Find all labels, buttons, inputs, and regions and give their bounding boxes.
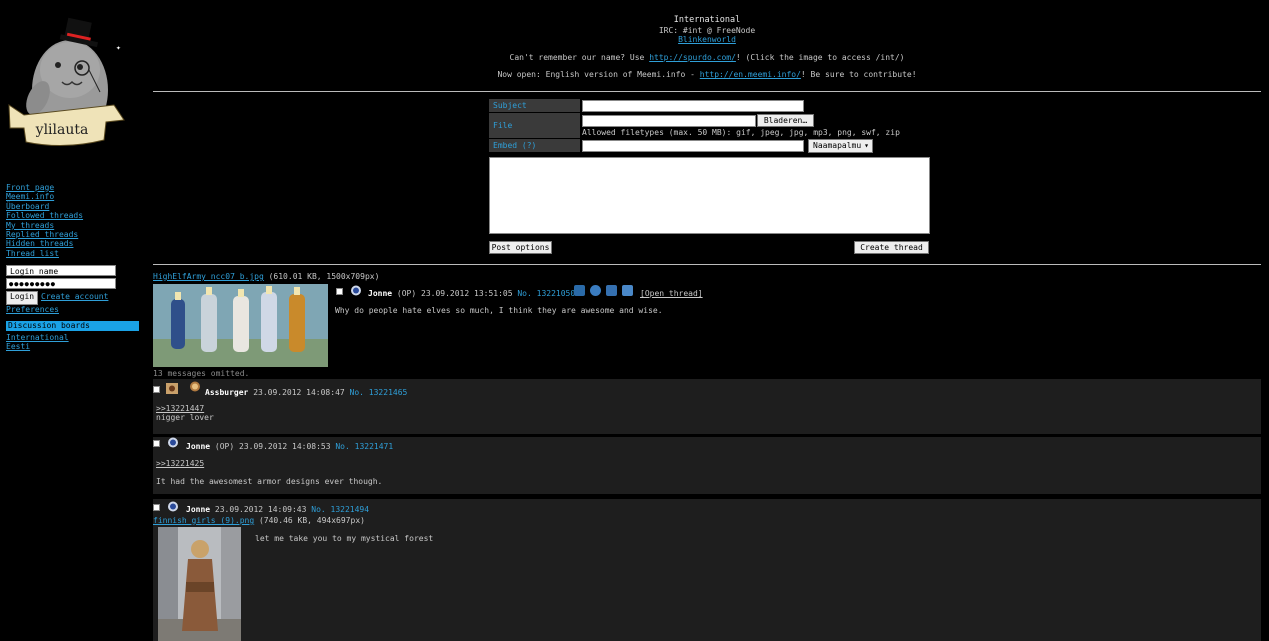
file-input[interactable] (582, 115, 756, 127)
reply-file-info: finnish girls (9).png (740.46 KB, 494x69… (153, 516, 365, 525)
reply-header: Jonne (OP) 23.09.2012 14:08:53 No. 13221… (186, 442, 393, 451)
boards-header[interactable]: Discussion boards (6, 321, 139, 331)
op-file-meta: (610.01 KB, 1500x709px) (268, 272, 380, 281)
site-logo[interactable]: ylilauta ✦ (4, 10, 134, 160)
reply-message: It had the awesomest armor designs ever … (156, 477, 383, 486)
follow-thread-icon[interactable] (590, 285, 601, 296)
op-post-number[interactable]: No. 13221050 (517, 289, 575, 298)
divider (153, 91, 1261, 92)
nav-uberboard[interactable]: Überboard (6, 202, 83, 211)
comment-textarea[interactable] (489, 157, 930, 234)
divider (153, 264, 1261, 265)
quote-link[interactable]: >>13221425 (156, 459, 204, 468)
op-file-link[interactable]: HighElfArmy_ncc07_b.jpg (153, 272, 264, 281)
op-message: Why do people hate elves so much, I thin… (335, 306, 663, 315)
nav-thread-list[interactable]: Thread list (6, 249, 83, 258)
sidebar-nav: Front page Meemi.info Überboard Followed… (6, 183, 83, 258)
board-international[interactable]: International (6, 333, 69, 342)
omitted-messages: 13 messages omitted. (153, 369, 250, 378)
nav-my-threads[interactable]: My threads (6, 221, 83, 230)
post-number[interactable]: No. 13221494 (311, 505, 369, 514)
open-prefix: Now open: English version of Meemi.info … (497, 70, 700, 80)
op-post-header: Jonne (OP) 23.09.2012 13:51:05 No. 13221… (368, 289, 575, 298)
post-date: 23.09.2012 14:09:43 (214, 505, 307, 514)
quote-link[interactable]: >>13221447 (156, 404, 204, 413)
country-flag-icon (351, 285, 361, 296)
svg-text:✦: ✦ (116, 43, 121, 52)
remember-line: Can't remember our name? Use http://spur… (153, 53, 1261, 63)
browse-button[interactable]: Bladeren… (757, 114, 814, 127)
poster-name: Assburger (205, 388, 249, 397)
post-number[interactable]: No. 13221465 (350, 388, 408, 397)
subject-label: Subject (489, 99, 580, 112)
op-file-info: HighElfArmy_ncc07_b.jpg (610.01 KB, 1500… (153, 272, 379, 281)
op-post-checkbox[interactable] (336, 288, 343, 295)
en-meemi-link[interactable]: http://en.meemi.info/ (700, 70, 801, 79)
reply-image-thumbnail[interactable] (158, 527, 241, 641)
embed-select[interactable]: Naamapalmu ▾ (808, 139, 873, 153)
file-label: File (489, 113, 580, 138)
reply-thread-icon[interactable] (622, 285, 633, 296)
embed-select-value: Naamapalmu (813, 141, 862, 150)
post-options-button[interactable]: Post options (489, 241, 552, 254)
poster-name: Jonne (186, 442, 211, 451)
chevron-down-icon: ▾ (864, 141, 869, 150)
reply-post: Jonne (OP) 23.09.2012 14:08:53 No. 13221… (153, 437, 1261, 494)
reply-file-meta: (740.46 KB, 494x697px) (258, 516, 365, 525)
board-header: International IRC: #int @ FreeNode Blink… (153, 15, 1261, 80)
reply-message: let me take you to my mystical forest (255, 534, 434, 543)
irc-info: IRC: #int @ FreeNode (658, 25, 756, 35)
preferences-link[interactable]: Preferences (6, 305, 59, 314)
op-post-date: 23.09.2012 13:51:05 (421, 289, 513, 298)
login-name-input[interactable]: Login name (6, 265, 116, 276)
op-tag: (OP) (214, 442, 235, 451)
nav-followed-threads[interactable]: Followed threads (6, 211, 83, 220)
open-thread-link[interactable]: [Open thread] (640, 289, 703, 298)
reply-header: Assburger 23.09.2012 14:08:47 No. 132214… (205, 388, 407, 397)
board-eesti[interactable]: Eesti (6, 342, 30, 351)
hide-thread-icon[interactable] (574, 285, 585, 296)
country-flag-icon (168, 501, 178, 512)
reply-post: Jonne 23.09.2012 14:09:43 No. 13221494 f… (153, 499, 1261, 641)
country-flag-icon (168, 437, 178, 448)
post-date: 23.09.2012 14:08:53 (239, 442, 331, 451)
irc-link[interactable]: Blinkenworld (153, 35, 1261, 45)
nav-hidden-threads[interactable]: Hidden threads (6, 239, 83, 248)
password-input[interactable]: ●●●●●●●●● (6, 278, 116, 289)
reply-message: nigger lover (156, 413, 214, 422)
reply-post: Assburger 23.09.2012 14:08:47 No. 132214… (153, 379, 1261, 434)
op-poster-name: Jonne (368, 289, 393, 298)
avatar-icon (190, 381, 200, 392)
allowed-filetypes: Allowed filetypes (max. 50 MB): gif, jpe… (582, 128, 900, 137)
post-date: 23.09.2012 14:08:47 (253, 388, 345, 397)
reply-checkbox[interactable] (153, 386, 160, 393)
nav-replied-threads[interactable]: Replied threads (6, 230, 83, 239)
sidebar: ylilauta ✦ Front page Meemi.info Überboa… (0, 0, 145, 641)
expand-thread-icon[interactable] (606, 285, 617, 296)
reply-checkbox[interactable] (153, 440, 160, 447)
op-tag: (OP) (396, 289, 417, 298)
spurdo-link[interactable]: http://spurdo.com/ (649, 53, 736, 62)
remember-suffix: ! (Click the image to access /int/) (735, 52, 905, 62)
logo-text: ylilauta (35, 122, 89, 138)
create-thread-button[interactable]: Create thread (854, 241, 929, 254)
board-title: International (673, 15, 741, 25)
reply-header: Jonne 23.09.2012 14:09:43 No. 13221494 (186, 505, 369, 514)
reply-checkbox[interactable] (153, 504, 160, 511)
embed-input[interactable] (582, 140, 804, 152)
nav-meemi-info[interactable]: Meemi.info (6, 192, 83, 201)
embed-label[interactable]: Embed (?) (489, 139, 580, 152)
poster-name: Jonne (186, 505, 211, 514)
open-suffix: ! Be sure to contribute! (800, 70, 917, 80)
nav-front-page[interactable]: Front page (6, 183, 83, 192)
op-image-thumbnail[interactable] (153, 284, 328, 367)
login-button[interactable]: Login (6, 291, 39, 305)
subject-input[interactable] (582, 100, 804, 112)
reply-file-link[interactable]: finnish girls (9).png (153, 516, 254, 525)
create-account-link[interactable]: Create account (41, 292, 108, 301)
remember-prefix: Can't remember our name? Use (509, 52, 650, 62)
open-line: Now open: English version of Meemi.info … (153, 70, 1261, 80)
post-number[interactable]: No. 13221471 (335, 442, 393, 451)
country-flag-icon (166, 383, 178, 394)
